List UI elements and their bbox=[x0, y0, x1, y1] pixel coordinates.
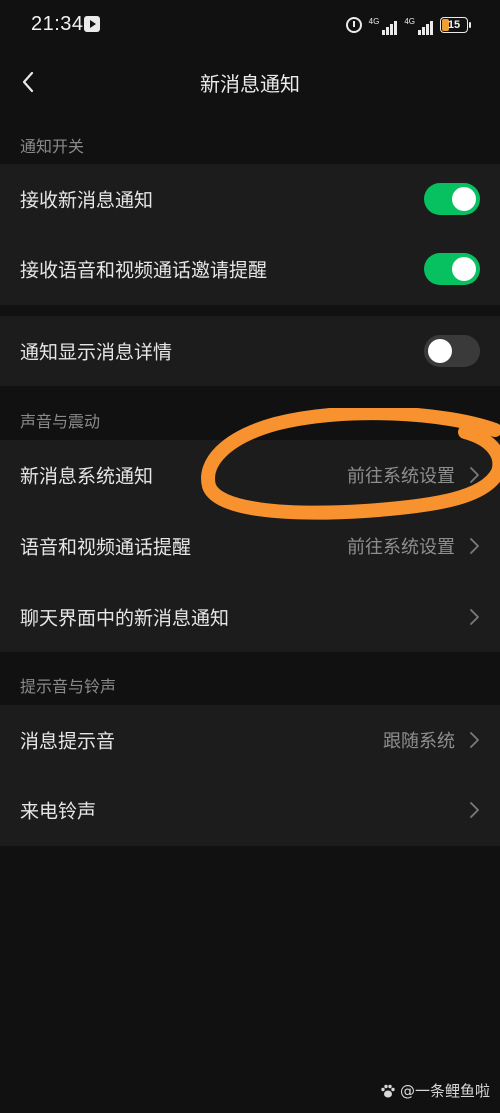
row-label: 消息提示音 bbox=[20, 730, 116, 753]
row-label: 聊天界面中的新消息通知 bbox=[20, 607, 230, 630]
signal-icon-2: 4G bbox=[404, 15, 433, 35]
status-time: 21:34 bbox=[31, 13, 84, 35]
chevron-right-icon bbox=[468, 731, 480, 749]
row-value: 跟随系统 bbox=[383, 731, 455, 752]
row-label: 接收语音和视频通话邀请提醒 bbox=[20, 259, 268, 282]
chevron-right-icon bbox=[468, 466, 480, 484]
row-receive-new-message: 接收新消息通知 bbox=[0, 164, 500, 234]
paw-icon bbox=[381, 1084, 395, 1097]
row-message-tone[interactable]: 消息提示音 跟随系统 bbox=[0, 705, 500, 775]
signal-icon-1: 4G bbox=[369, 15, 398, 35]
row-chat-new-message-notification[interactable]: 聊天界面中的新消息通知 bbox=[0, 582, 500, 652]
network-type-1: 4G bbox=[368, 17, 380, 26]
toggle-knob bbox=[452, 257, 476, 281]
toggle-receive-new-message[interactable] bbox=[424, 183, 480, 215]
watermark: @一条鲤鱼啦 bbox=[380, 1080, 490, 1101]
row-receive-call-invite: 接收语音和视频通话邀请提醒 bbox=[0, 234, 500, 304]
row-incoming-ringtone[interactable]: 来电铃声 bbox=[0, 775, 500, 845]
row-label: 通知显示消息详情 bbox=[20, 341, 173, 364]
row-label: 接收新消息通知 bbox=[20, 189, 154, 212]
alarm-icon bbox=[345, 17, 362, 33]
group-notification-switch: 接收新消息通知 接收语音和视频通话邀请提醒 bbox=[0, 164, 500, 305]
row-value: 前往系统设置 bbox=[347, 466, 455, 487]
group-tone-ringtone: 消息提示音 跟随系统 来电铃声 bbox=[0, 705, 500, 846]
status-icons: 4G 4G 15 bbox=[345, 14, 471, 36]
watermark-text: @一条鲤鱼啦 bbox=[399, 1082, 490, 1100]
section-label-sound-vibration: 声音与震动 bbox=[20, 412, 101, 431]
section-label-tone-ringtone: 提示音与铃声 bbox=[20, 677, 117, 696]
section-label-notification-switch: 通知开关 bbox=[20, 137, 85, 156]
battery-icon: 15 bbox=[440, 17, 471, 33]
row-label: 新消息系统通知 bbox=[20, 465, 154, 488]
toggle-show-message-detail[interactable] bbox=[424, 335, 480, 367]
chevron-right-icon bbox=[468, 537, 480, 555]
row-label: 语音和视频通话提醒 bbox=[20, 536, 192, 559]
status-bar: 21:34 4G 4G 15 bbox=[0, 0, 500, 52]
toggle-knob bbox=[452, 187, 476, 211]
page-title: 新消息通知 bbox=[200, 72, 300, 96]
nav-bar: 新消息通知 bbox=[0, 52, 500, 112]
row-call-reminder[interactable]: 语音和视频通话提醒 前往系统设置 bbox=[0, 511, 500, 581]
chevron-right-icon bbox=[468, 801, 480, 819]
chevron-right-icon bbox=[468, 608, 480, 626]
row-value: 前往系统设置 bbox=[347, 537, 455, 558]
toggle-knob bbox=[428, 339, 452, 363]
group-sound-vibration: 新消息系统通知 前往系统设置 语音和视频通话提醒 前往系统设置 聊天界面中的新消… bbox=[0, 440, 500, 652]
group-message-detail: 通知显示消息详情 bbox=[0, 316, 500, 386]
toggle-receive-call-invite[interactable] bbox=[424, 253, 480, 285]
row-label: 来电铃声 bbox=[20, 800, 97, 823]
battery-level: 15 bbox=[447, 19, 461, 31]
row-show-message-detail: 通知显示消息详情 bbox=[0, 316, 500, 386]
network-type-2: 4G bbox=[404, 17, 415, 26]
media-play-icon bbox=[84, 16, 100, 32]
row-new-message-system-notification[interactable]: 新消息系统通知 前往系统设置 bbox=[0, 440, 500, 510]
